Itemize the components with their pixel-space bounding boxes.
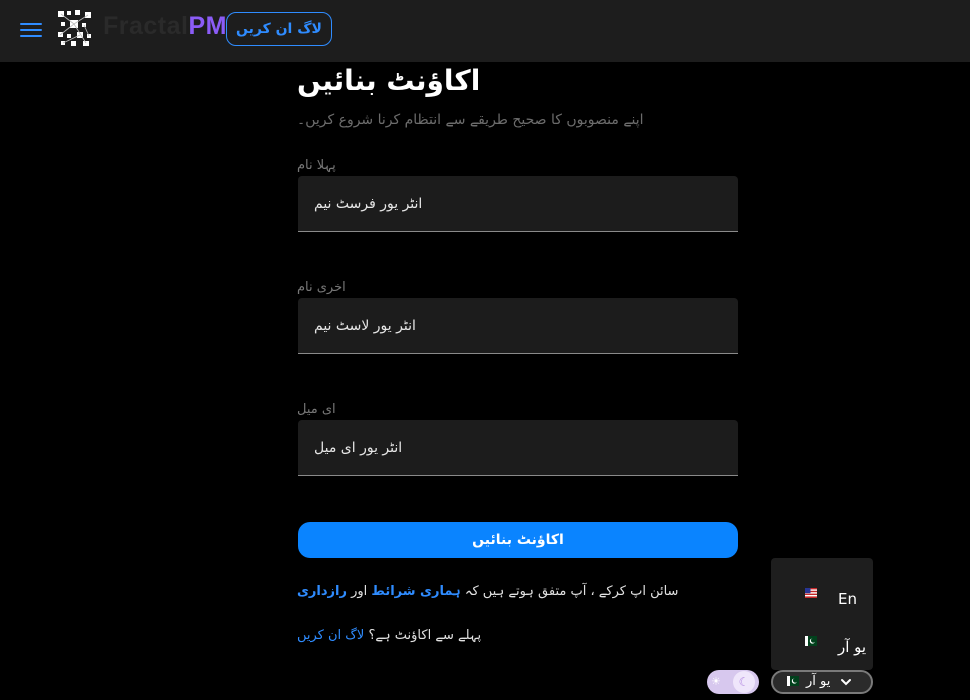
- login-link[interactable]: لاگ ان کریں: [297, 628, 364, 643]
- language-option-en[interactable]: En: [771, 568, 873, 614]
- last-name-input[interactable]: [298, 298, 738, 353]
- language-option-ur[interactable]: یو آر: [771, 616, 873, 662]
- theme-toggle[interactable]: ☀ ☾: [707, 670, 759, 694]
- us-flag-icon: [805, 588, 817, 598]
- have-account-text: پہلے سے اکاؤنٹ ہے؟ لاگ ان کریں: [297, 628, 481, 643]
- brand-name: FractalPM: [103, 12, 227, 41]
- brand-name-part2: PM: [188, 12, 227, 40]
- terms-text: سائن اپ کرکے ، آپ متفق ہوتے ہیں کہ ہماری…: [297, 584, 678, 599]
- have-account-question: پہلے سے اکاؤنٹ ہے؟: [368, 628, 482, 643]
- email-label: ای میل: [297, 402, 336, 417]
- email-field[interactable]: [298, 420, 738, 476]
- email-input[interactable]: [298, 420, 738, 475]
- create-account-button[interactable]: اکاؤنٹ بنائیں: [298, 522, 738, 558]
- moon-icon: ☾: [733, 671, 755, 693]
- first-name-field[interactable]: [298, 176, 738, 232]
- last-name-label: اخری نام: [297, 280, 346, 295]
- language-option-label: En: [838, 590, 857, 608]
- hamburger-menu-icon[interactable]: [20, 20, 42, 40]
- language-option-label: یو آر: [838, 638, 867, 656]
- top-bar: FractalPM لاگ ان کریں: [0, 0, 970, 62]
- login-button[interactable]: لاگ ان کریں: [226, 12, 332, 46]
- language-selector[interactable]: یو آر: [771, 670, 873, 694]
- last-name-field[interactable]: [298, 298, 738, 354]
- sun-icon: ☀: [711, 675, 721, 688]
- pk-flag-icon: [805, 636, 817, 646]
- pk-flag-icon: [787, 676, 799, 686]
- first-name-input[interactable]: [298, 176, 738, 231]
- terms-prefix: سائن اپ کرکے ، آپ متفق ہوتے ہیں کہ: [464, 584, 679, 599]
- page-title: اکاؤنٹ بنائیں: [297, 64, 481, 97]
- chevron-down-icon: [841, 679, 851, 686]
- first-name-label: پہلا نام: [297, 158, 336, 173]
- language-selected-label: یو آر: [806, 674, 831, 689]
- privacy-link[interactable]: رازداری: [297, 584, 347, 599]
- brand-name-part1: Fractal: [103, 12, 189, 40]
- fractal-logo-icon: [58, 10, 91, 46]
- language-menu: En یو آر: [771, 558, 873, 670]
- terms-and: اور: [351, 584, 368, 599]
- terms-link[interactable]: ہماری شرائط: [371, 584, 460, 599]
- page-subtitle: اپنے منصوبوں کا صحیح طریقے سے انتظام کرن…: [297, 112, 644, 128]
